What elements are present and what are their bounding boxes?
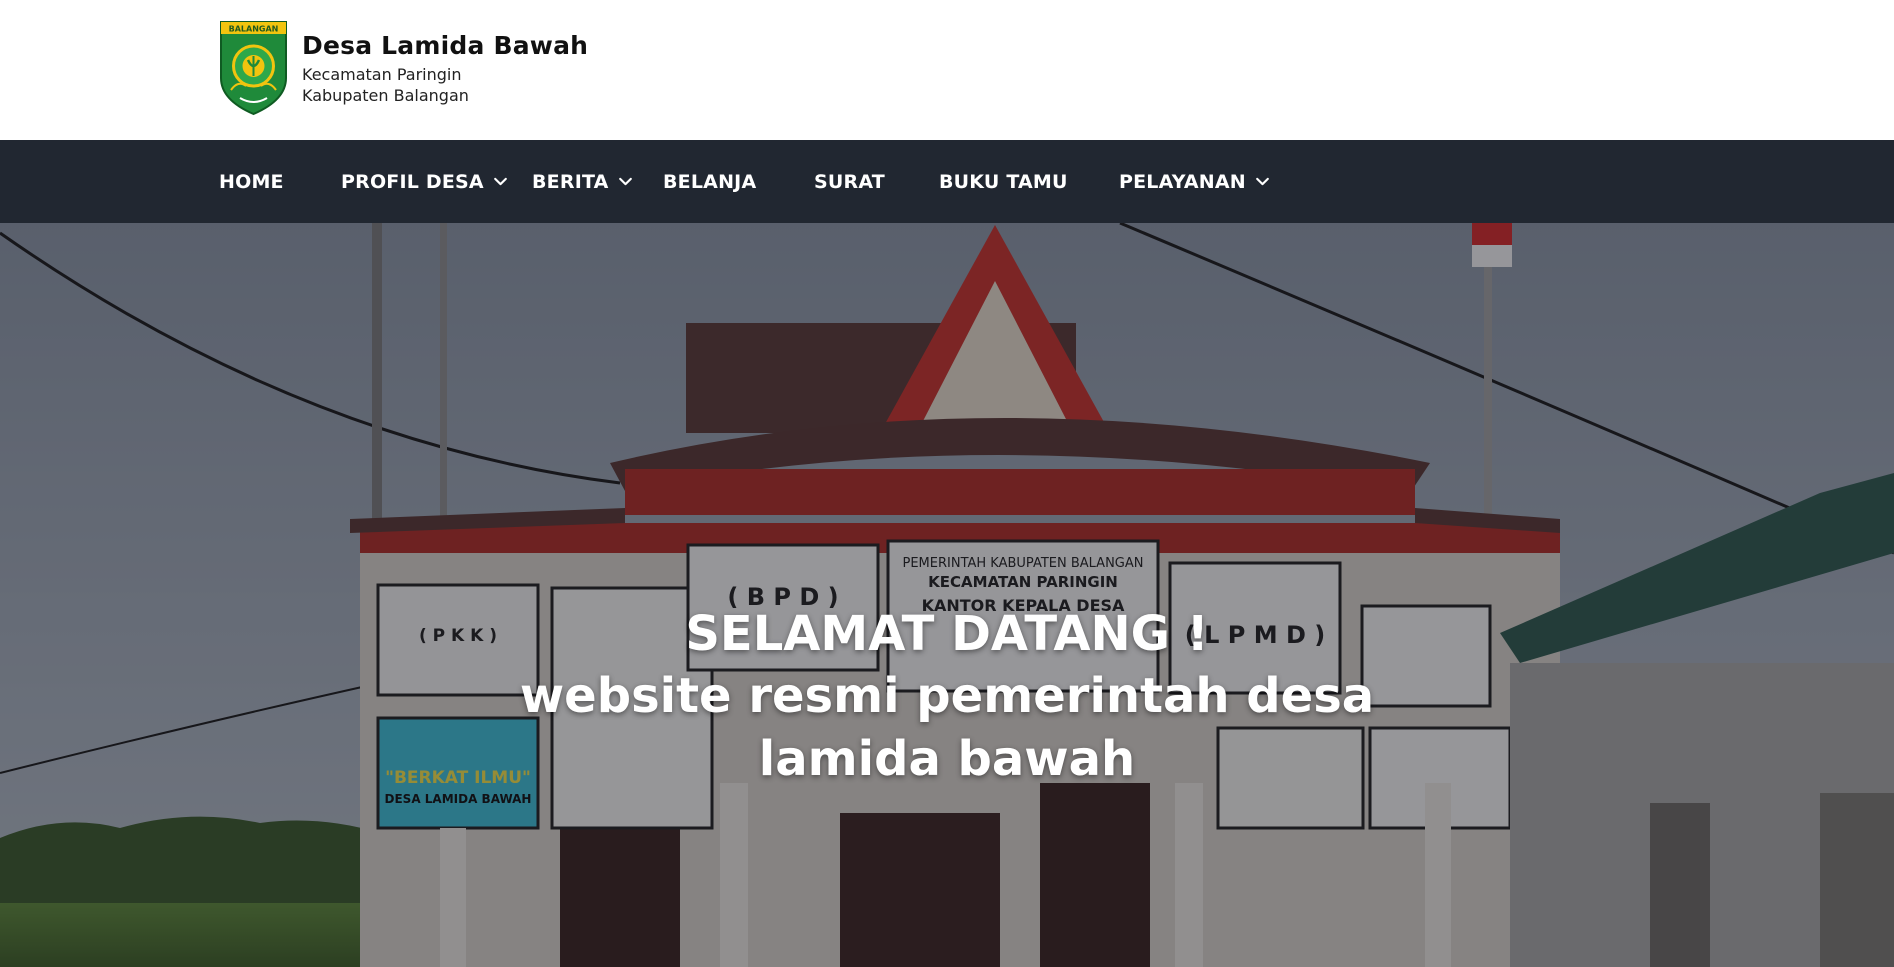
balangan-emblem-logo: BALANGAN (220, 21, 287, 116)
nav-item-label: BELANJA (663, 170, 757, 193)
nav-item-profil-desa[interactable]: PROFIL DESA (341, 140, 509, 223)
nav-item-pelayanan[interactable]: PELAYANAN (1119, 140, 1271, 223)
nav-item-label: PROFIL DESA (341, 170, 484, 193)
site-header: BALANGAN Desa Lamida Bawah Kecamatan Par… (0, 0, 1894, 140)
nav-item-belanja[interactable]: BELANJA (663, 140, 756, 223)
chevron-down-icon (617, 173, 634, 190)
nav-item-label: HOME (219, 170, 284, 193)
nav-item-label: PELAYANAN (1119, 170, 1246, 193)
main-navigation: HOME PROFIL DESA BERITA BELANJA SURAT BU… (0, 140, 1894, 223)
nav-item-home[interactable]: HOME (219, 140, 284, 223)
nav-item-berita[interactable]: BERITA (532, 140, 634, 223)
chevron-down-icon (1254, 173, 1271, 190)
chevron-down-icon (492, 173, 509, 190)
site-title: Desa Lamida Bawah (302, 31, 589, 60)
hero-heading: SELAMAT DATANG ! (685, 606, 1209, 662)
hero-dark-overlay (0, 223, 1894, 967)
logo-banner-text: BALANGAN (229, 25, 279, 34)
site-subtitle-kabupaten: Kabupaten Balangan (302, 86, 469, 105)
site-brand-link[interactable]: BALANGAN Desa Lamida Bawah Kecamatan Par… (218, 20, 588, 116)
hero-banner: PEMERINTAH KABUPATEN BALANGAN KECAMATAN … (0, 223, 1894, 967)
hero-caption: SELAMAT DATANG ! website resmi pemerinta… (0, 603, 1894, 791)
nav-item-buku-tamu[interactable]: BUKU TAMU (939, 140, 1068, 223)
nav-item-label: BUKU TAMU (939, 170, 1068, 193)
brand-text: Desa Lamida Bawah Kecamatan Paringin Kab… (302, 31, 588, 106)
nav-item-label: BERITA (532, 170, 609, 193)
nav-item-label: SURAT (814, 170, 885, 193)
hero-subheading: website resmi pemerintah desa lamida baw… (519, 668, 1375, 787)
nav-item-surat[interactable]: SURAT (814, 140, 885, 223)
site-subtitle-kecamatan: Kecamatan Paringin (302, 65, 462, 84)
